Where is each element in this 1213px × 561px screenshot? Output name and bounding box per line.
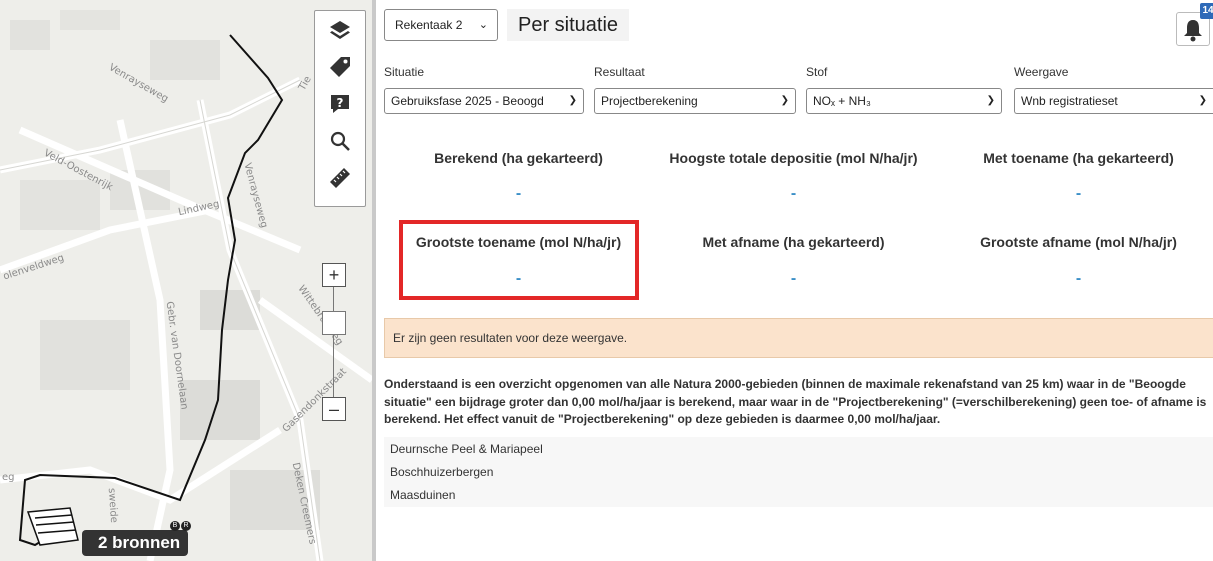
source-marker[interactable]: R <box>181 521 191 531</box>
ruler-icon[interactable] <box>323 161 357 195</box>
chevron-down-icon: ⌄ <box>478 19 488 31</box>
substance-label: Stof <box>806 65 828 79</box>
list-item: Deurnsche Peel & Mariapeel <box>390 442 543 456</box>
svg-text:?: ? <box>337 96 344 110</box>
stat-highest-deposition-value: - <box>790 185 797 202</box>
substance-select[interactable]: NOₓ + NH₃ ❯ <box>806 88 1002 114</box>
stat-decrease-area-label: Met afname (ha gekarteerd) <box>702 234 885 250</box>
zoom-track <box>333 287 334 397</box>
result-label: Resultaat <box>594 65 645 79</box>
list-item: Maasduinen <box>390 488 456 502</box>
stat-calculated-label: Berekend (ha gekarteerd) <box>434 150 603 166</box>
help-icon[interactable]: ? <box>323 87 357 121</box>
zoom-out-button[interactable]: – <box>322 397 346 421</box>
stat-decrease-area-value: - <box>790 270 797 287</box>
street-label: eg <box>2 472 15 483</box>
zoom-slider[interactable] <box>322 311 346 335</box>
sources-label[interactable]: 2 bronnen <box>82 530 189 556</box>
task-select[interactable]: Rekentaak 2 ⌄ <box>384 9 498 41</box>
view-label: Weergave <box>1014 65 1069 79</box>
search-icon[interactable] <box>323 124 357 158</box>
task-select-value: Rekentaak 2 <box>395 18 463 32</box>
street-label: sweide <box>105 487 120 524</box>
view-select-value: Wnb registratieset <box>1021 94 1118 108</box>
situation-select-value: Gebruiksfase 2025 - Beoogd <box>391 94 544 108</box>
chevron-down-icon: ❯ <box>780 95 789 106</box>
view-select[interactable]: Wnb registratieset ❯ <box>1014 88 1213 114</box>
page-title: Per situatie <box>507 9 630 41</box>
tag-icon[interactable] <box>323 50 357 84</box>
stat-highest-deposition-label: Hoogste totale depositie (mol N/ha/jr) <box>669 150 918 166</box>
no-results-alert: Er zijn geen resultaten voor deze weerga… <box>384 318 1213 358</box>
stat-largest-decrease-value: - <box>1075 270 1082 287</box>
stat-largest-decrease-label: Grootste afname (mol N/ha/jr) <box>980 234 1177 250</box>
stat-increase-area-value: - <box>1075 185 1082 202</box>
layers-icon[interactable] <box>323 13 357 47</box>
natura-area-list: Deurnsche Peel & Mariapeel Boschhuizerbe… <box>384 437 1213 507</box>
result-select-value: Projectberekening <box>601 94 698 108</box>
map-toolbar: ? <box>314 10 366 207</box>
results-panel: Rekentaak 2 ⌄ Per situatie 14 Situatie G… <box>376 0 1213 561</box>
stat-increase-area-label: Met toename (ha gekarteerd) <box>983 150 1174 166</box>
source-marker[interactable]: B <box>170 521 180 531</box>
list-item: Boschhuizerbergen <box>390 465 494 479</box>
map-view[interactable]: Venrayseweg Tie Veld-Oostenrijk Lindweg … <box>0 0 372 561</box>
result-select[interactable]: Projectberekening ❯ <box>594 88 796 114</box>
summary-text: Onderstaand is een overzicht opgenomen v… <box>384 377 1207 426</box>
notification-count-badge: 14 <box>1200 3 1213 19</box>
chevron-down-icon: ❯ <box>986 95 995 106</box>
stat-calculated-value: - <box>515 185 522 202</box>
highlight-box <box>399 220 639 300</box>
situation-select[interactable]: Gebruiksfase 2025 - Beoogd ❯ <box>384 88 584 114</box>
zoom-in-button[interactable]: + <box>322 263 346 287</box>
chevron-down-icon: ❯ <box>568 95 577 106</box>
chevron-down-icon: ❯ <box>1198 95 1207 106</box>
situation-label: Situatie <box>384 65 425 79</box>
substance-select-value: NOₓ + NH₃ <box>813 94 871 108</box>
